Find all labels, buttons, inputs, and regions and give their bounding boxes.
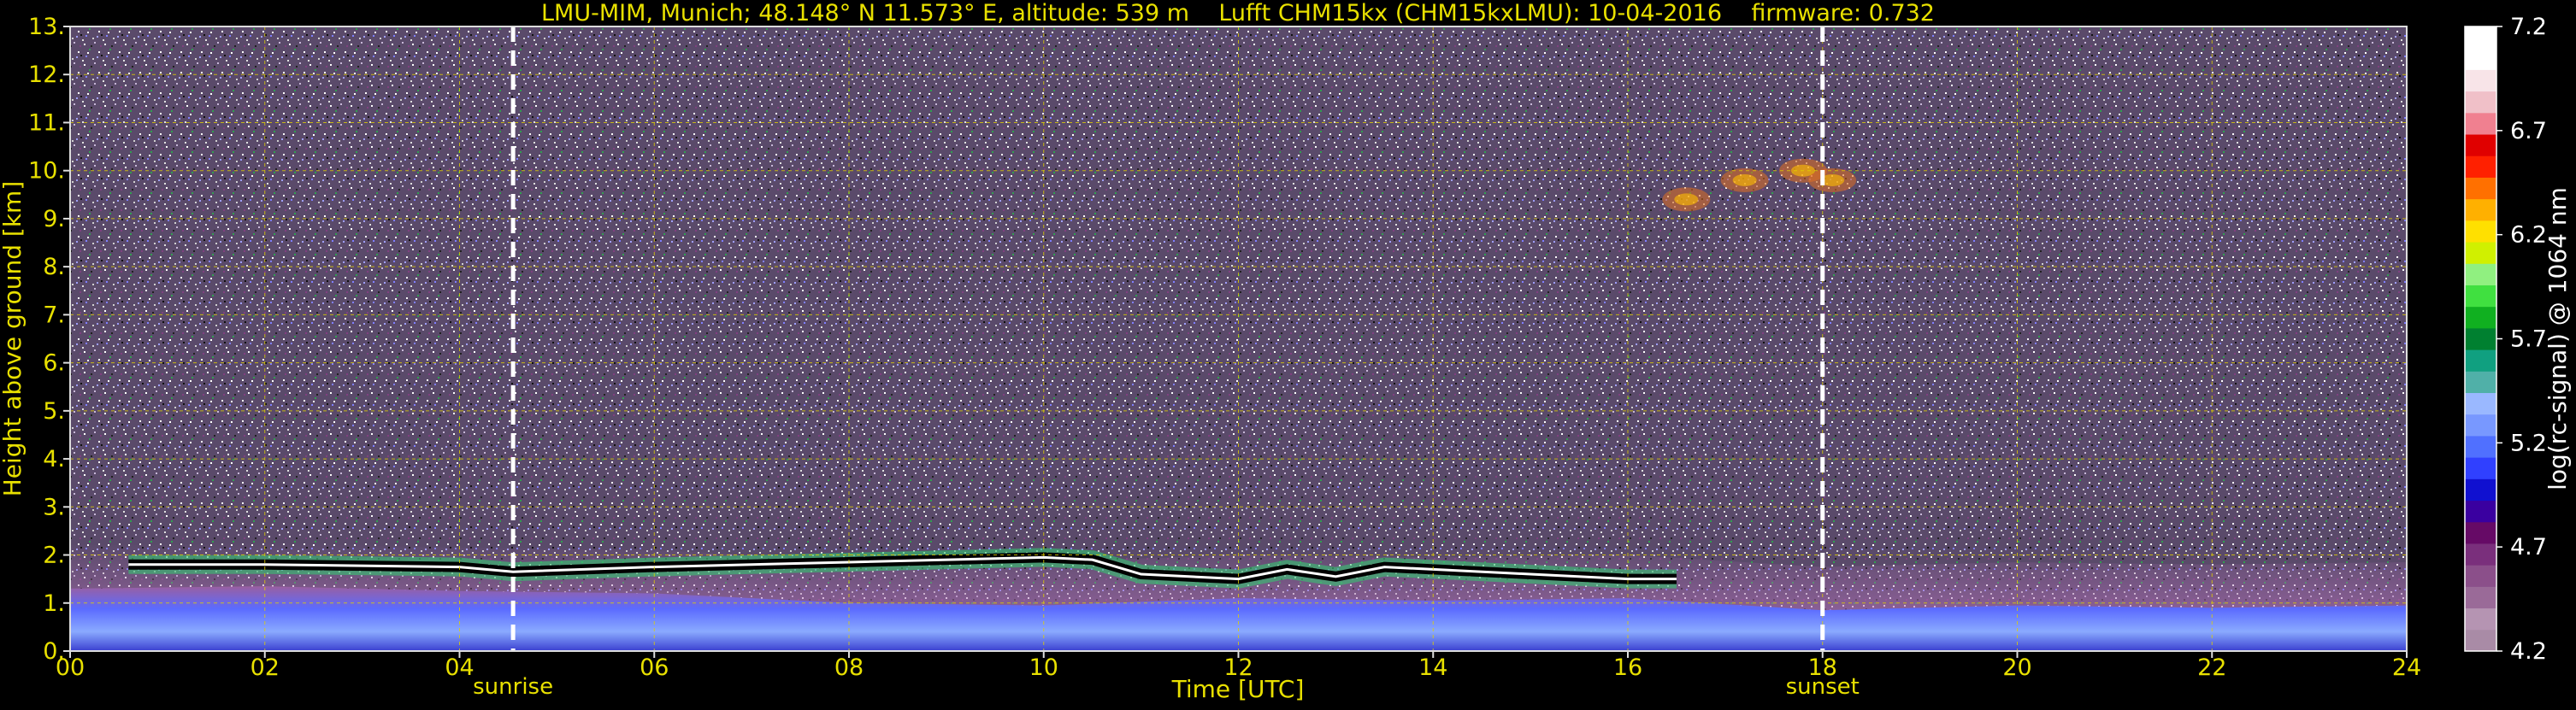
y-tick-label: 10. (28, 158, 65, 185)
colorbar-segment (2465, 586, 2496, 609)
colorbar-segment (2465, 306, 2496, 329)
x-tick-label: 14 (1418, 654, 1447, 681)
y-tick-label: 7. (43, 302, 65, 328)
colorbar-tick-label: 5.7 (2510, 326, 2547, 353)
colorbar-segment (2465, 198, 2496, 221)
chart-title: LMU-MIM, Munich; 48.148° N 11.573° E, al… (541, 0, 1935, 26)
colorbar-segment (2465, 220, 2496, 243)
x-tick-label: 22 (2197, 654, 2226, 681)
y-tick-label: 0. (43, 638, 65, 665)
x-axis-label: Time [UTC] (1171, 675, 1305, 703)
colorbar-segment (2465, 629, 2496, 652)
y-tick-label: 5. (43, 398, 65, 425)
x-tick-label: 16 (1613, 654, 1642, 681)
colorbar-tick-label: 7.2 (2510, 14, 2547, 40)
x-tick-label: 24 (2392, 654, 2421, 681)
sunrise-label: sunrise (473, 674, 553, 700)
y-tick-label: 6. (43, 350, 65, 377)
y-tick-label: 3. (43, 494, 65, 520)
colorbar-segment (2465, 478, 2496, 502)
x-tick-label: 04 (445, 654, 474, 681)
colorbar-segment (2465, 392, 2496, 415)
colorbar-segment (2465, 91, 2496, 114)
colorbar-tick-label: 5.2 (2510, 430, 2547, 456)
chart-svg: sunrise sunset00 02 04 06 08 10 12 14 16 18 20 22 240… (0, 0, 2572, 703)
y-tick-label: 11. (28, 109, 65, 136)
ceilometer-chart: sunrise sunset 00 02 04 06 08 10 12 14 16 18 20 22 24 0… (0, 0, 2576, 706)
cirrus-core (1732, 173, 1757, 186)
x-tick-label: 18 (1808, 654, 1837, 681)
colorbar-segment (2465, 134, 2496, 156)
colorbar-tick-label: 4.7 (2510, 534, 2547, 560)
colorbar-label: log(rc-signal) @ 1064 nm (2544, 187, 2572, 490)
cirrus-core (1674, 193, 1699, 206)
colorbar-segment (2465, 177, 2496, 200)
colorbar-segment (2465, 607, 2496, 631)
y-tick-label: 8. (43, 254, 65, 280)
y-axis-label: Height above ground [km] (0, 181, 27, 497)
y-tick-label: 9. (43, 206, 65, 232)
colorbar-segment (2465, 371, 2496, 394)
x-tick-label: 20 (2002, 654, 2031, 681)
y-tick-label: 13. (28, 14, 65, 40)
colorbar-segment (2465, 285, 2496, 308)
colorbar-segment (2465, 521, 2496, 544)
x-tick-label: 08 (834, 654, 864, 681)
y-tick-label: 4. (43, 446, 65, 472)
x-tick-label: 06 (640, 654, 669, 681)
x-tick-label: 02 (251, 654, 280, 681)
y-tick-label: 2. (43, 543, 65, 569)
colorbar-segment (2465, 414, 2496, 437)
colorbar-segment (2465, 263, 2496, 285)
y-tick-label: 1. (43, 590, 65, 617)
colorbar-tick-label: 4.2 (2510, 638, 2547, 665)
y-tick-label: 12. (28, 62, 65, 88)
x-tick-label: 10 (1029, 654, 1058, 681)
colorbar-segment (2465, 26, 2496, 49)
colorbar-segment (2465, 242, 2496, 264)
colorbar-segment (2465, 349, 2496, 372)
colorbar-tick-label: 6.7 (2510, 118, 2547, 144)
colorbar-segment (2465, 543, 2496, 566)
colorbar-segment (2465, 565, 2496, 587)
colorbar-segment (2465, 500, 2496, 523)
colorbar-segment (2465, 327, 2496, 350)
colorbar-segment (2465, 69, 2496, 92)
colorbar-segment (2465, 112, 2496, 135)
colorbar-tick-label: 6.2 (2510, 222, 2547, 249)
colorbar-segment (2465, 48, 2496, 70)
colorbar-segment (2465, 457, 2496, 479)
colorbar-segment (2465, 435, 2496, 458)
colorbar-segment (2465, 155, 2496, 178)
